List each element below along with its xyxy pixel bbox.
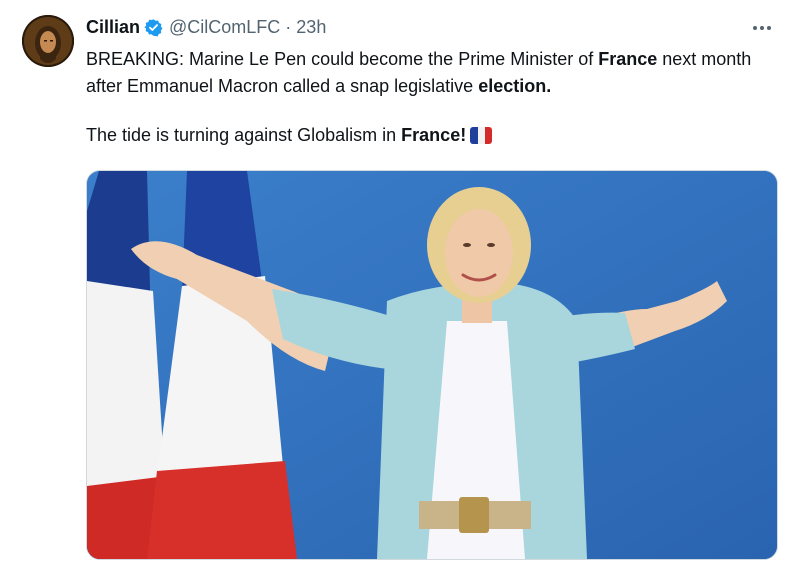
tweet-text-bold: election. bbox=[478, 76, 552, 96]
tweet-text-segment: BREAKING: Marine Le Pen could become the… bbox=[86, 49, 599, 69]
verified-badge-icon bbox=[144, 18, 163, 37]
tweet-media-image[interactable] bbox=[86, 170, 778, 560]
tweet-text-bold: France! bbox=[401, 125, 467, 145]
tweet-text-segment: The tide is turning against Globalism in bbox=[86, 125, 402, 145]
tweet-paragraph-2: The tide is turning against Globalism in… bbox=[86, 122, 786, 149]
tweet[interactable]: Cillian @CilComLFC · 23h BREAKING: Marin… bbox=[0, 0, 800, 567]
france-flag-icon bbox=[470, 127, 493, 144]
avatar[interactable] bbox=[22, 15, 74, 67]
tweet-header: Cillian @CilComLFC · 23h bbox=[86, 14, 326, 40]
tweet-text: BREAKING: Marine Le Pen could become the… bbox=[86, 46, 786, 149]
tweet-timestamp[interactable]: 23h bbox=[296, 17, 326, 38]
more-options-icon[interactable] bbox=[742, 18, 782, 38]
author-handle[interactable]: @CilComLFC bbox=[169, 17, 280, 38]
separator-dot: · bbox=[285, 16, 292, 37]
tweet-paragraph-1: BREAKING: Marine Le Pen could become the… bbox=[86, 46, 786, 100]
tweet-text-bold: France bbox=[598, 49, 658, 69]
author-name[interactable]: Cillian bbox=[86, 17, 140, 38]
